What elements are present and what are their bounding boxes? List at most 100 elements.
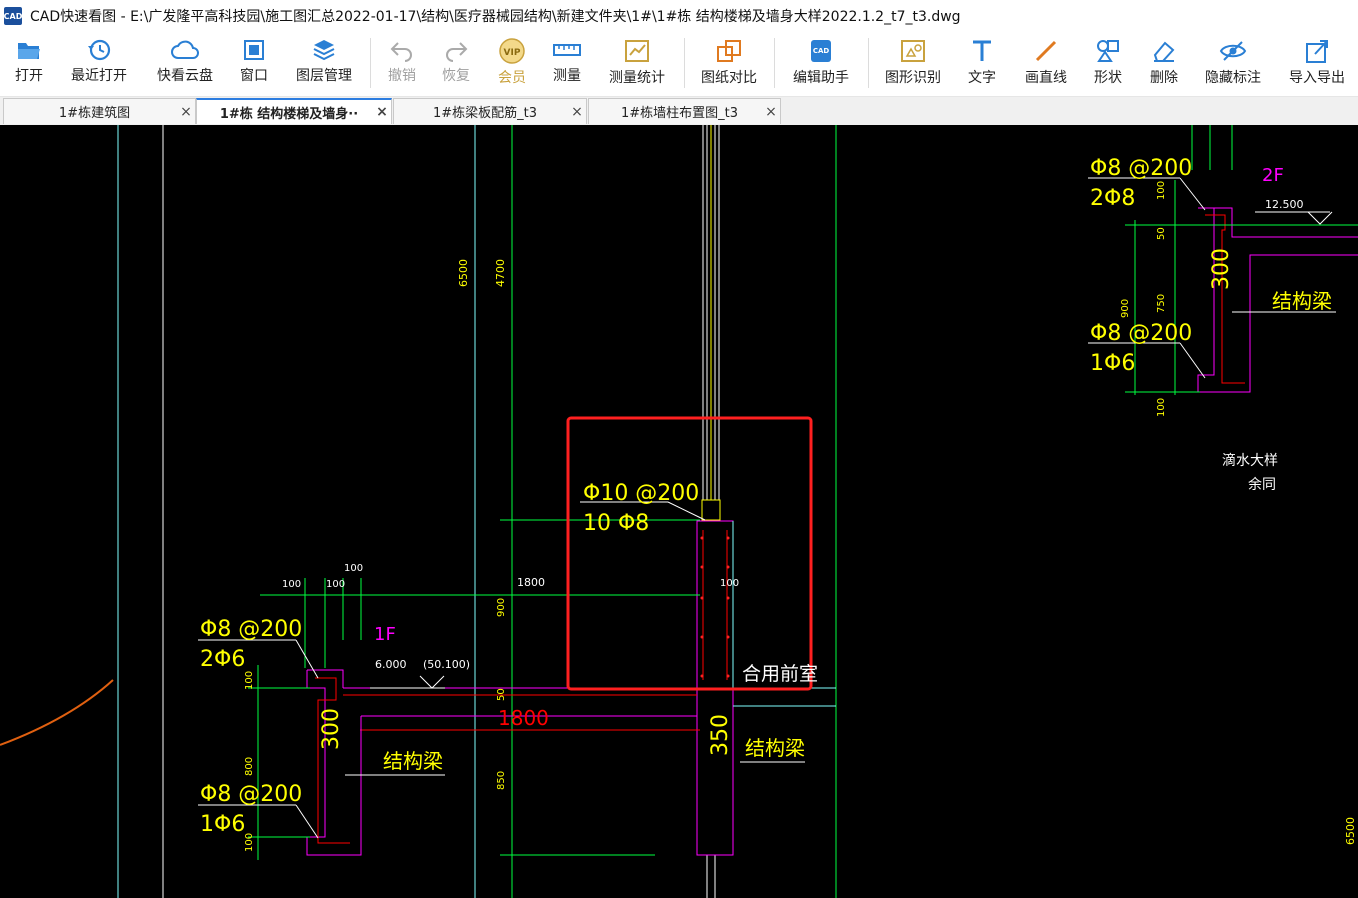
tab-close-icon[interactable]: × <box>177 104 195 120</box>
app-logo: CAD <box>4 7 22 25</box>
cloud-button[interactable]: 快看云盘 <box>150 32 220 96</box>
window-icon <box>244 40 264 60</box>
dim-text: 900 <box>496 598 507 617</box>
vip-button[interactable]: VIP 会员 <box>492 32 532 96</box>
hide-marks-button[interactable]: 隐藏标注 <box>1200 32 1266 96</box>
shape-recognize-label: 图形识别 <box>885 70 941 86</box>
lower-detail-outline <box>307 669 344 688</box>
wall-cap <box>701 499 721 521</box>
lower-detail-outline <box>306 670 362 856</box>
measure-stats-icon <box>625 40 649 62</box>
rebar-text: 1Φ6 <box>1090 351 1135 376</box>
dim-text: 1800 <box>517 576 545 589</box>
open-button[interactable]: 打开 <box>8 32 50 96</box>
import-export-button[interactable]: 导入导出 <box>1282 32 1352 96</box>
text-button[interactable]: 文字 <box>962 32 1002 96</box>
shape-button[interactable]: 形状 <box>1088 32 1128 96</box>
vip-icon: VIP <box>499 38 525 64</box>
edit-assistant-button[interactable]: CAD 编辑助手 <box>786 32 856 96</box>
level-text: 1F <box>374 624 396 645</box>
history-icon <box>88 39 111 61</box>
rebar-text: 10 Φ8 <box>583 511 649 536</box>
undo-icon <box>390 42 412 62</box>
dim-text: 100 <box>344 563 363 574</box>
rebar-dot <box>726 536 730 540</box>
measure-label: 测量 <box>553 68 581 84</box>
tab-close-icon[interactable]: × <box>762 104 780 120</box>
rebar-dot <box>726 565 730 569</box>
level-text: 2F <box>1262 165 1284 186</box>
beam-label: 结构梁 <box>1272 289 1332 313</box>
rebar-text: Φ8 @200 <box>1090 321 1192 346</box>
dim-text: 100 <box>282 579 301 590</box>
measure-button[interactable]: 测量 <box>546 32 588 96</box>
rebar-dot <box>726 596 730 600</box>
beam-depth-text: 350 <box>708 714 733 756</box>
cad-edit-icon-text: CAD <box>813 47 830 55</box>
drawing-canvas[interactable]: 6500 4700 6500 Φ8 @200 2Φ8 2F 12.500 100… <box>0 125 1358 898</box>
line-button[interactable]: 画直线 <box>1020 32 1072 96</box>
redo-label: 恢复 <box>442 68 470 84</box>
tab-wall-column[interactable]: 1#栋墙柱布置图_t3 × <box>588 98 781 124</box>
rebar-dot <box>726 635 730 639</box>
rebar-text: 2Φ6 <box>200 647 245 672</box>
dim-text: 6500 <box>457 259 470 287</box>
shape-recognize-button[interactable]: 图形识别 <box>880 32 946 96</box>
cad-drawing: 6500 4700 6500 Φ8 @200 2Φ8 2F 12.500 100… <box>0 125 1358 898</box>
text-tool-icon <box>973 40 991 61</box>
tab-beam-slab[interactable]: 1#栋梁板配筋_t3 × <box>393 98 587 124</box>
folder-open-icon <box>18 43 40 59</box>
toolbar: 打开 最近打开 快看云盘 窗口 图层管理 撤销 恢复 VIP 会员 测量 测量统… <box>0 32 1358 97</box>
elevation-text: 6.000 <box>375 658 407 671</box>
import-export-label: 导入导出 <box>1289 70 1345 86</box>
dim-text: 100 <box>326 579 345 590</box>
dim-text: 100 <box>720 578 739 589</box>
tab-close-icon[interactable]: × <box>373 104 391 120</box>
layers-icon <box>313 40 335 61</box>
compare-button[interactable]: 图纸对比 <box>696 32 762 96</box>
beam-depth-text: 300 <box>1209 248 1234 290</box>
redo-button[interactable]: 恢复 <box>436 32 476 96</box>
dim-text: 4700 <box>494 259 507 287</box>
dim-text: 100 <box>244 671 255 690</box>
tab-label: 1#栋建筑图 <box>58 106 131 121</box>
cloud-label: 快看云盘 <box>157 68 213 84</box>
label-leader <box>1179 177 1206 211</box>
edit-assistant-label: 编辑助手 <box>793 70 849 86</box>
dim-text: 800 <box>244 757 255 776</box>
layers-button[interactable]: 图层管理 <box>290 32 358 96</box>
measure-stats-label: 测量统计 <box>609 70 665 86</box>
hide-marks-label: 隐藏标注 <box>1205 70 1261 86</box>
rebar-text: Φ8 @200 <box>200 617 302 642</box>
delete-button[interactable]: 删除 <box>1144 32 1184 96</box>
undo-label: 撤销 <box>388 68 416 84</box>
dim-text: 100 <box>1156 398 1167 417</box>
compare-icon <box>717 40 741 62</box>
rebar-text: 2Φ8 <box>1090 186 1135 211</box>
tab-stairs-wall-detail[interactable]: 1#栋 结构楼梯及墙身·· × <box>196 98 392 124</box>
tab-label: 1#栋墙柱布置图_t3 <box>620 106 739 121</box>
label-leader <box>295 804 319 839</box>
document-tab-bar: 1#栋建筑图 × 1#栋 结构楼梯及墙身·· × 1#栋梁板配筋_t3 × 1#… <box>0 97 1358 126</box>
tab-close-icon[interactable]: × <box>568 104 586 120</box>
line-label: 画直线 <box>1025 70 1067 86</box>
measure-stats-button[interactable]: 测量统计 <box>604 32 670 96</box>
tab-architecture[interactable]: 1#栋建筑图 × <box>3 98 196 124</box>
rebar-dot <box>700 536 704 540</box>
rebar-dot <box>700 565 704 569</box>
compare-label: 图纸对比 <box>701 70 757 86</box>
shape-tool-icon <box>1097 40 1119 62</box>
undo-button[interactable]: 撤销 <box>382 32 422 96</box>
cloud-icon <box>171 40 199 59</box>
toolbar-separator <box>868 38 869 88</box>
window-button[interactable]: 窗口 <box>234 32 274 96</box>
recent-button[interactable]: 最近打开 <box>64 32 134 96</box>
dim-text: 100 <box>1156 181 1167 200</box>
redo-icon <box>446 42 468 62</box>
note-text: 滴水大样 <box>1222 452 1278 469</box>
highlight-box <box>566 416 813 691</box>
upper-detail-rebar <box>1205 214 1245 384</box>
elevation-text: (50.100) <box>423 658 470 671</box>
delete-label: 删除 <box>1150 70 1178 86</box>
window-label: 窗口 <box>240 68 268 84</box>
